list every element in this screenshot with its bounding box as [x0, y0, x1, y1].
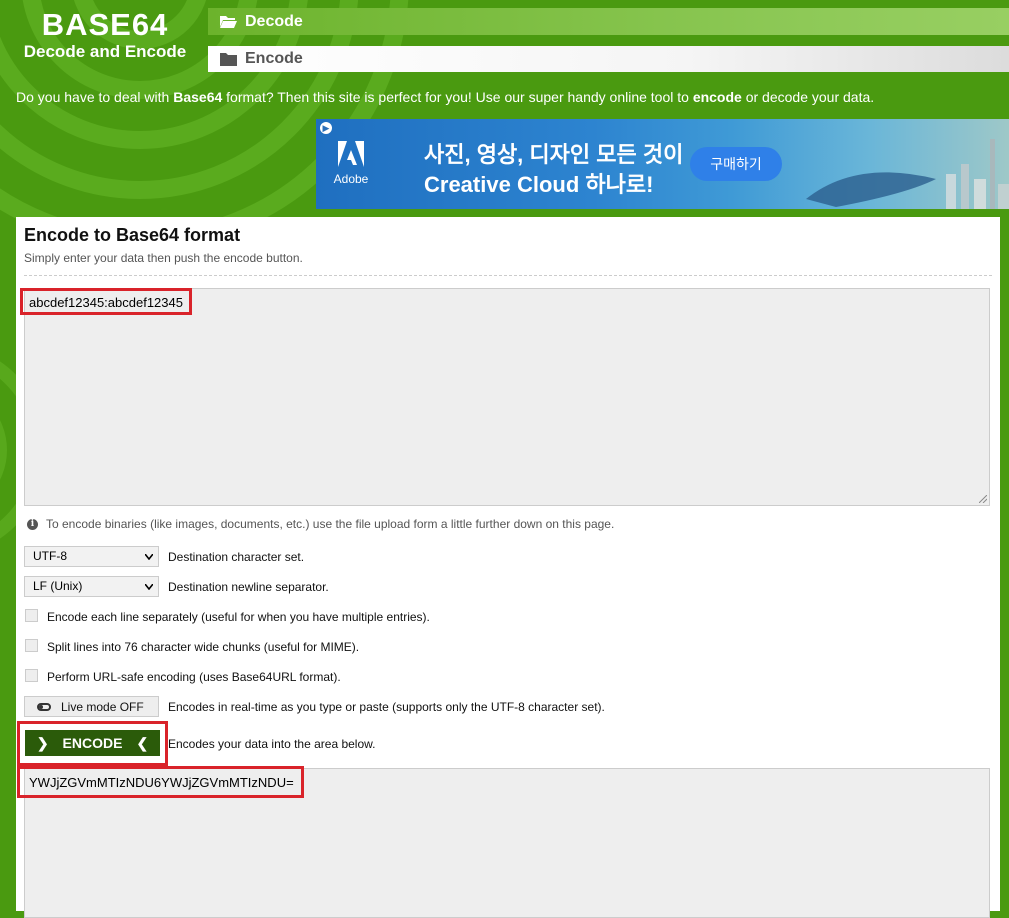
each-line-checkbox[interactable]: [25, 609, 38, 622]
info-icon: i: [27, 518, 38, 530]
url-safe-checkbox[interactable]: [25, 669, 38, 682]
tagline-bold-2: encode: [692, 89, 742, 105]
newline-label: Destination newline separator.: [168, 580, 329, 594]
folder-open-icon: [220, 15, 237, 28]
encode-description: Encodes your data into the area below.: [168, 737, 376, 751]
site-logo[interactable]: BASE64 Decode and Encode: [12, 6, 198, 62]
encode-panel: Encode to Base64 format Simply enter you…: [16, 217, 1000, 918]
live-mode-toggle[interactable]: Live mode OFF: [24, 696, 159, 717]
encode-button-highlight-box: [17, 721, 168, 766]
ad-headline-2: Creative Cloud 하나로!: [424, 172, 654, 197]
site-tagline: Do you have to deal with Base64 format? …: [16, 89, 874, 105]
charset-select[interactable]: UTF-8: [24, 546, 159, 567]
encode-title: Encode to Base64 format: [24, 225, 241, 245]
tagline-bold-1: Base64: [173, 89, 223, 105]
nav-encode-tab[interactable]: Encode: [208, 46, 1009, 72]
live-mode-label: Live mode OFF: [61, 699, 144, 714]
advertisement-banner[interactable]: ▶ Adobe 사진, 영상, 디자인 모든 것이 Creative Cloud…: [316, 119, 1009, 209]
input-highlight-box: [20, 288, 192, 315]
nav-encode-label: Encode: [245, 50, 303, 67]
url-safe-label[interactable]: Perform URL-safe encoding (uses Base64UR…: [47, 670, 341, 684]
adobe-logo: Adobe: [330, 139, 372, 193]
live-mode-description: Encodes in real-time as you type or past…: [168, 700, 605, 714]
adobe-a-icon: [338, 141, 364, 167]
ad-buy-button[interactable]: 구매하기: [690, 147, 782, 181]
binary-hint-text: To encode binaries (like images, documen…: [46, 517, 615, 531]
chevron-down-icon: [145, 554, 153, 560]
chevron-down-icon: [145, 584, 153, 590]
ad-whale-city-image: [806, 139, 1009, 209]
each-line-label[interactable]: Encode each line separately (useful for …: [47, 610, 430, 624]
folder-icon: [220, 53, 237, 66]
section-divider: [24, 275, 992, 276]
ad-headline-1: 사진, 영상, 디자인 모든 것이: [424, 142, 684, 167]
input-textarea[interactable]: abcdef12345:abcdef12345: [24, 288, 990, 506]
toggle-icon: [37, 702, 51, 711]
newline-value: LF (Unix): [33, 579, 83, 593]
logo-subtitle: Decode and Encode: [23, 42, 187, 61]
output-highlight-box: [17, 766, 304, 798]
tagline-text-1: Do you have to deal with: [16, 89, 174, 105]
nav-decode-tab[interactable]: Decode: [208, 8, 1009, 35]
nav-decode-label: Decode: [245, 12, 303, 30]
ad-choices-icon[interactable]: ▶: [320, 122, 332, 134]
resize-handle-icon[interactable]: [979, 495, 987, 503]
split-lines-label[interactable]: Split lines into 76 character wide chunk…: [47, 640, 359, 654]
binary-hint: i To encode binaries (like images, docum…: [27, 517, 614, 531]
split-lines-checkbox[interactable]: [25, 639, 38, 652]
encode-subtitle: Simply enter your data then push the enc…: [24, 251, 303, 265]
tagline-text-3: or decode your data.: [741, 89, 875, 105]
charset-label: Destination character set.: [168, 550, 305, 564]
charset-value: UTF-8: [33, 549, 67, 563]
logo-title: BASE64: [41, 7, 169, 42]
newline-select[interactable]: LF (Unix): [24, 576, 159, 597]
adobe-brand-text: Adobe: [333, 172, 369, 186]
tagline-text-2: format? Then this site is perfect for yo…: [222, 89, 693, 105]
